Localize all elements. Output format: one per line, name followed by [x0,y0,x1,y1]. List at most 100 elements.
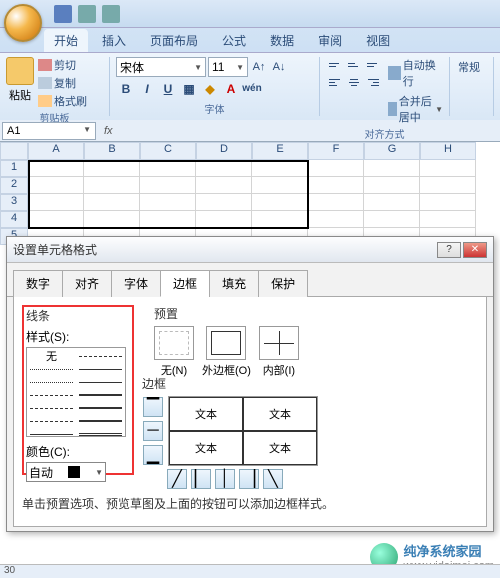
row-header[interactable]: 3 [0,194,28,211]
border-vertical-button[interactable]: │ [215,469,235,489]
phonetic-button[interactable]: wén [242,79,262,99]
tab-font[interactable]: 字体 [111,270,161,297]
paste-button[interactable]: 粘贴 [6,57,34,109]
tab-alignment[interactable]: 对齐 [62,270,112,297]
row-header[interactable]: 4 [0,211,28,228]
watermark-brand: 纯净系统家园 [404,541,494,560]
chevron-down-icon: ▼ [95,468,103,477]
row-header[interactable]: 2 [0,177,28,194]
merge-center-button[interactable]: 合并后居中▼ [388,93,443,125]
wrap-text-button[interactable]: 自动换行 [388,57,443,89]
border-button[interactable]: ▦ [179,79,199,99]
worksheet-grid[interactable]: A B C D E F G H 1 2 3 4 5 [0,142,500,245]
border-bottom-button[interactable]: ▁ [143,445,163,465]
border-horizontal-button[interactable]: ─ [143,421,163,441]
align-right-button[interactable] [364,74,382,90]
font-size-combo[interactable]: 11▼ [208,57,248,77]
preset-outline-button[interactable]: 外边框(O) [202,326,251,378]
fill-color-button[interactable]: ◆ [200,79,220,99]
redo-icon[interactable] [102,5,120,23]
col-header[interactable]: F [308,142,364,160]
tab-data[interactable]: 数据 [260,29,304,52]
italic-button[interactable]: I [137,79,157,99]
line-color-combo[interactable]: 自动 ▼ [26,462,106,482]
line-style-option[interactable] [79,369,122,370]
tab-fill[interactable]: 填充 [209,270,259,297]
tab-border[interactable]: 边框 [160,270,210,297]
tab-number[interactable]: 数字 [13,270,63,297]
tab-page-layout[interactable]: 页面布局 [140,29,208,52]
preview-cell: 文本 [243,397,317,431]
brush-icon [38,95,52,107]
preset-inside-button[interactable]: 内部(I) [259,326,299,378]
ribbon-tabs: 开始 插入 页面布局 公式 数据 审阅 视图 [0,28,500,52]
line-style-option[interactable] [30,408,73,409]
tab-home[interactable]: 开始 [44,29,88,52]
fx-icon[interactable]: fx [98,125,119,137]
copy-button[interactable]: 复制 [38,75,87,91]
grow-font-button[interactable]: A↑ [250,57,268,77]
line-style-option[interactable] [30,395,73,396]
line-style-option[interactable] [30,434,73,435]
tab-review[interactable]: 审阅 [308,29,352,52]
align-center-button[interactable] [345,74,363,90]
tab-view[interactable]: 视图 [356,29,400,52]
border-top-button[interactable]: ▔ [143,397,163,417]
tab-formulas[interactable]: 公式 [212,29,256,52]
border-right-button[interactable]: ▕ [239,469,259,489]
align-top-button[interactable] [326,57,344,73]
dialog-titlebar[interactable]: 设置单元格格式 ? ✕ [7,237,493,263]
save-icon[interactable] [54,5,72,23]
tab-protection[interactable]: 保护 [258,270,308,297]
format-painter-button[interactable]: 格式刷 [38,93,87,109]
border-preview[interactable]: 文本 文本 文本 文本 [168,396,318,466]
line-style-option[interactable] [79,433,122,436]
underline-button[interactable]: U [158,79,178,99]
col-header[interactable]: B [84,142,140,160]
line-style-list[interactable]: 无 [26,347,126,437]
line-style-option[interactable] [79,394,122,396]
font-name-combo[interactable]: 宋体▼ [116,57,206,77]
paste-label: 粘贴 [9,87,31,103]
border-left-button[interactable]: ▏ [191,469,211,489]
office-button[interactable] [4,4,42,42]
cut-button[interactable]: 剪切 [38,57,87,73]
line-style-option[interactable] [79,356,122,357]
col-header[interactable]: H [420,142,476,160]
align-left-button[interactable] [326,74,344,90]
preset-none-button[interactable]: 无(N) [154,326,194,378]
tab-insert[interactable]: 插入 [92,29,136,52]
number-format-combo[interactable]: 常规 [456,57,500,77]
col-header[interactable]: D [196,142,252,160]
bold-button[interactable]: B [116,79,136,99]
style-label: 样式(S): [26,328,130,345]
shrink-font-button[interactable]: A↓ [270,57,288,77]
line-style-option[interactable] [30,382,73,383]
border-diag-down-button[interactable]: ╲ [263,469,283,489]
alignment-group-label: 对齐方式 [326,125,443,141]
chevron-down-icon: ▼ [194,63,202,72]
border-diag-up-button[interactable]: ╱ [167,469,187,489]
row-header[interactable]: 1 [0,160,28,177]
line-style-option[interactable] [79,407,122,409]
undo-icon[interactable] [78,5,96,23]
font-color-button[interactable]: A [221,79,241,99]
wrap-icon [388,66,401,80]
align-middle-button[interactable] [345,57,363,73]
col-header[interactable]: C [140,142,196,160]
line-style-option[interactable] [30,421,73,422]
line-style-option[interactable] [79,420,122,422]
scissors-icon [38,59,52,71]
align-bottom-button[interactable] [364,57,382,73]
line-section-label: 线条 [26,307,130,324]
close-button[interactable]: ✕ [463,242,487,258]
name-box[interactable]: A1▼ [2,122,96,140]
select-all-corner[interactable] [0,142,28,160]
col-header[interactable]: G [364,142,420,160]
line-style-option[interactable] [79,382,122,383]
line-style-none[interactable]: 无 [30,348,73,364]
col-header[interactable]: E [252,142,308,160]
line-style-option[interactable] [30,369,73,370]
help-button[interactable]: ? [437,242,461,258]
col-header[interactable]: A [28,142,84,160]
